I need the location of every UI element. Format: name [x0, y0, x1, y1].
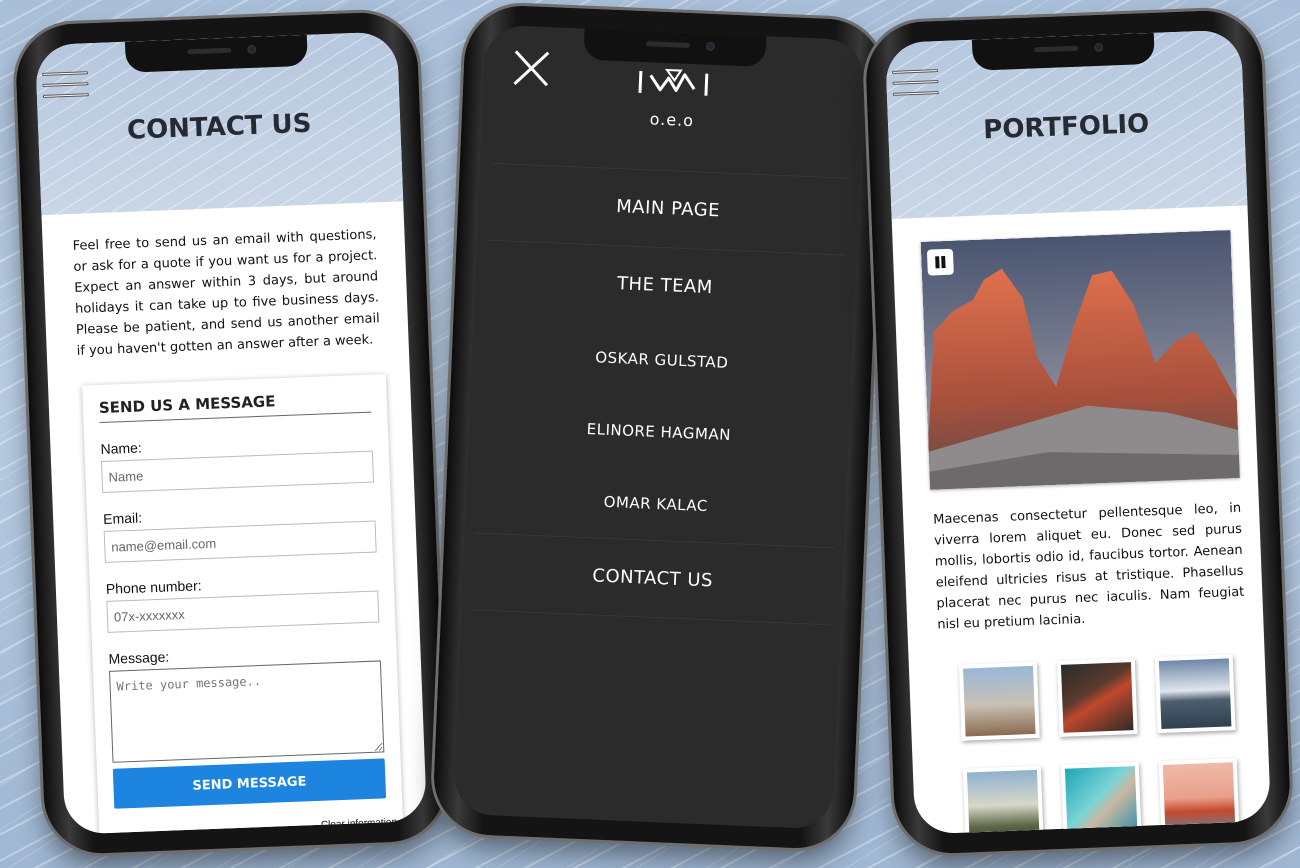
phone-menu: o.e.o MAIN PAGE THE TEAM OSKAR GULSTAD E…: [431, 3, 887, 851]
nav-menu: MAIN PAGE THE TEAM OSKAR GULSTAD ELINORE…: [461, 162, 859, 626]
form-title: SEND US A MESSAGE: [98, 388, 372, 424]
thumbnail-coastline[interactable]: [1060, 761, 1142, 835]
logo-text: o.e.o: [649, 109, 695, 131]
portfolio-description: Maecenas consectetur pellentesque leo, i…: [932, 500, 1245, 633]
phone-contact: CONTACT US Feel free to send us an email…: [14, 10, 448, 856]
thumbnail-volcano[interactable]: [1056, 657, 1138, 737]
thumbnail-grid: [958, 654, 1248, 835]
phone-notch: [583, 28, 767, 68]
phone-portfolio: PORTFOLIO Maecenas consectetur pellentes…: [864, 8, 1292, 856]
hamburger-menu-icon[interactable]: [42, 71, 89, 103]
hamburger-menu-icon[interactable]: [892, 69, 939, 101]
mountain-photo: [920, 230, 1240, 490]
portfolio-screen: PORTFOLIO Maecenas consectetur pellentes…: [884, 29, 1272, 835]
phone-input[interactable]: [106, 590, 380, 633]
thumbnail-misty-field[interactable]: [962, 765, 1044, 835]
close-icon[interactable]: [511, 48, 553, 90]
thumbnail-hot-air-balloons[interactable]: [958, 661, 1040, 741]
page-title: CONTACT US: [126, 108, 313, 146]
intro-text: Feel free to send us an email with quest…: [72, 227, 381, 359]
thumbnail-snowy-mountains[interactable]: [1154, 654, 1236, 734]
send-message-button[interactable]: SEND MESSAGE: [112, 758, 387, 809]
logo-icon: [638, 68, 709, 96]
name-input[interactable]: [100, 450, 375, 493]
page-title: PORTFOLIO: [982, 109, 1150, 146]
feature-image-mountains: [920, 230, 1240, 490]
menu-screen: o.e.o MAIN PAGE THE TEAM OSKAR GULSTAD E…: [452, 24, 866, 830]
thumbnail-golden-gate-bridge[interactable]: [1158, 758, 1240, 835]
pause-icon[interactable]: [926, 248, 954, 276]
message-textarea[interactable]: [109, 660, 385, 763]
contact-form: SEND US A MESSAGE Name: Email: Phone num…: [82, 374, 404, 835]
email-input[interactable]: [103, 520, 377, 563]
contact-screen: CONTACT US Feel free to send us an email…: [34, 31, 428, 835]
clear-information-link[interactable]: Clear information: [321, 817, 398, 831]
